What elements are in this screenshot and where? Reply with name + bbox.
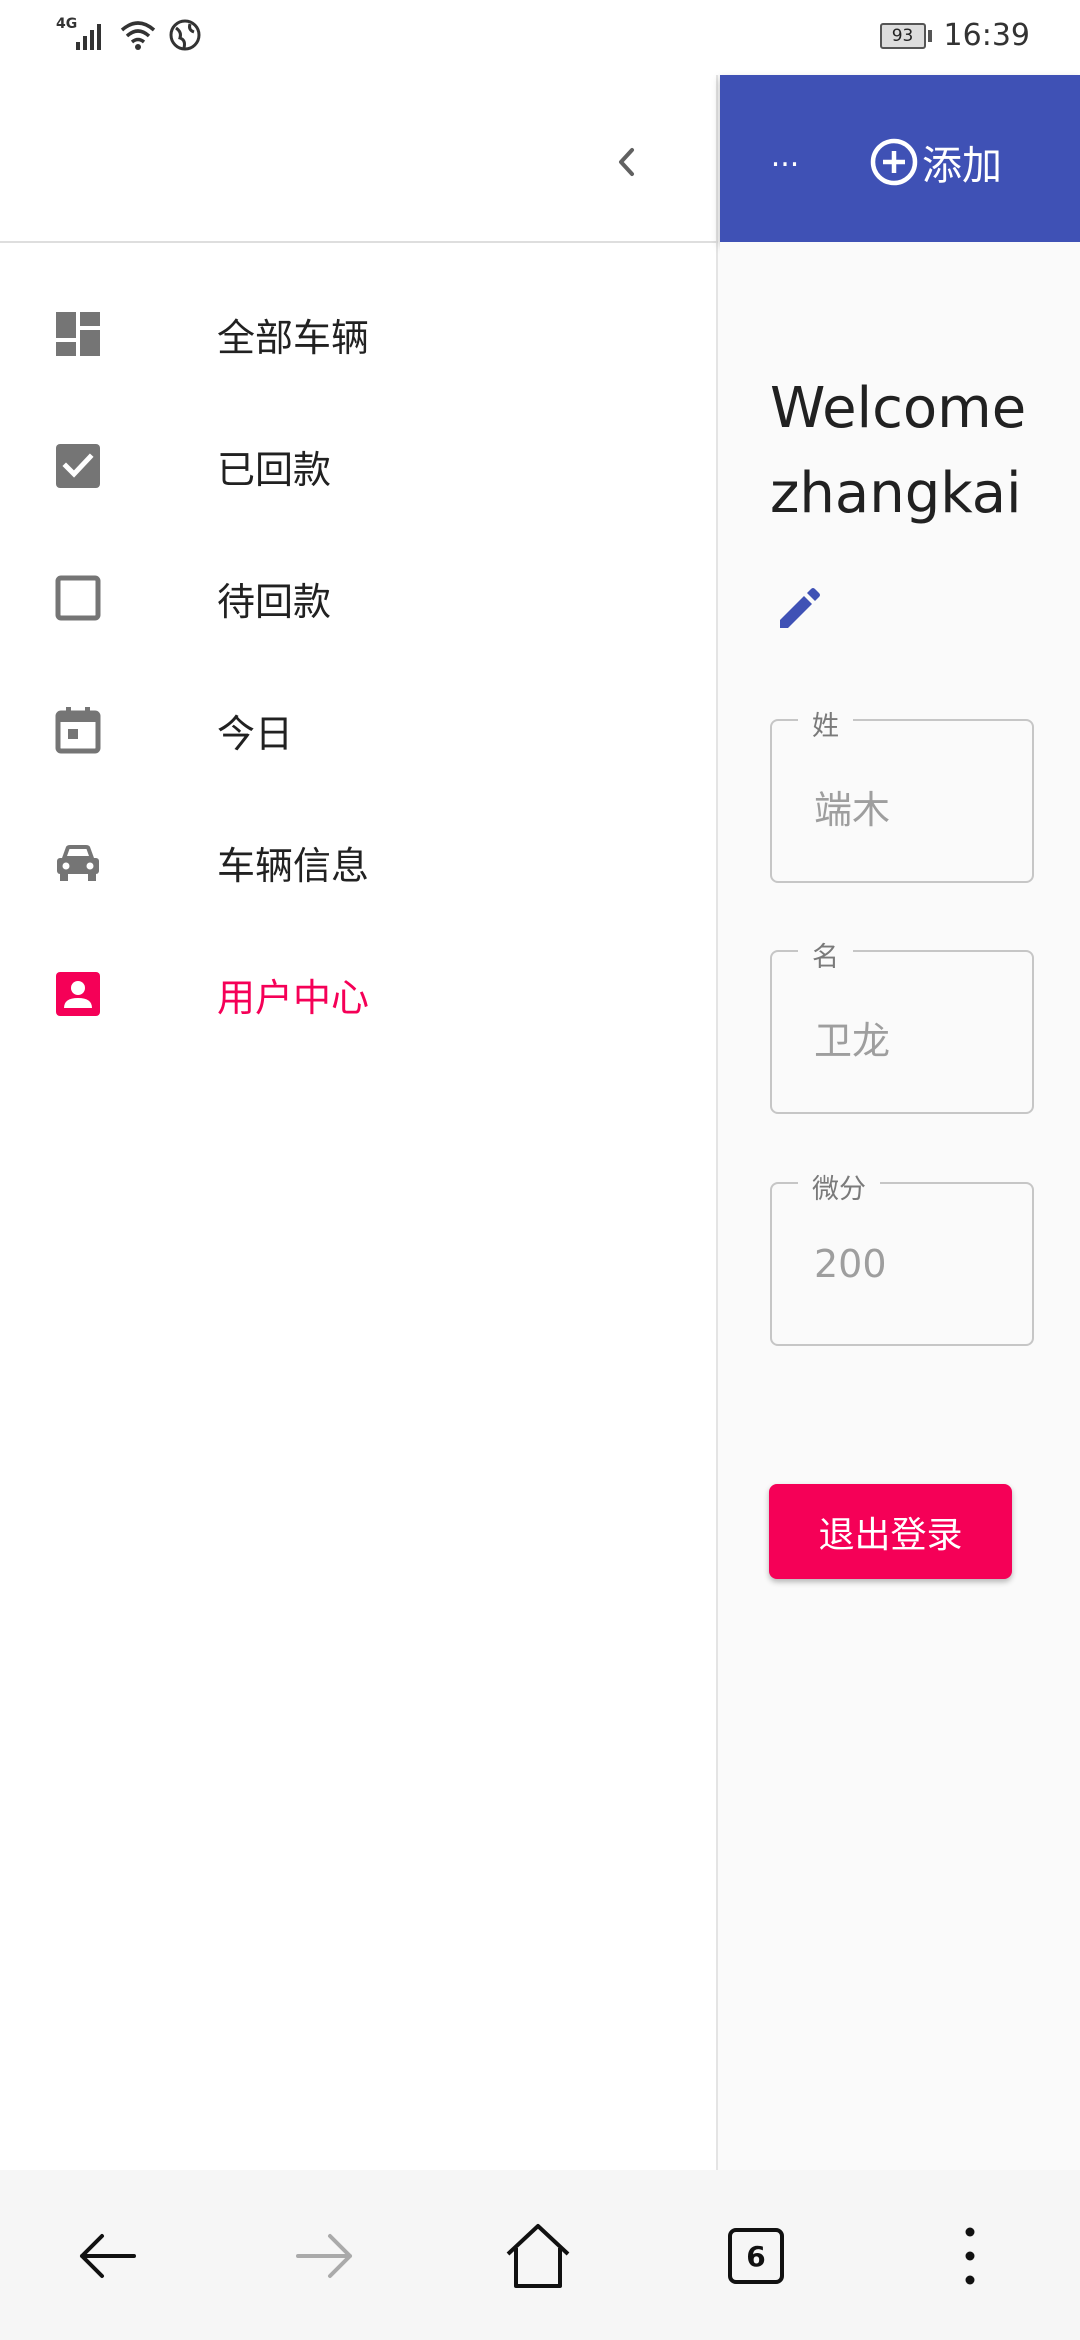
signal-icon: 4G: [56, 16, 108, 52]
arrow-forward-icon: [296, 2234, 352, 2278]
checkbox-empty-icon: [54, 574, 102, 622]
wifi-icon: [120, 21, 156, 50]
nav-item-unpaid[interactable]: 待回款: [0, 532, 718, 664]
given-name-field-value: 卫龙: [814, 1019, 891, 1063]
status-bar: 4G 93 16:39: [0, 0, 1080, 75]
nav-item-paid[interactable]: 已回款: [0, 400, 718, 532]
more-button[interactable]: ...: [750, 137, 820, 177]
app-bar: ... 添加: [720, 75, 1080, 242]
add-circle-icon: [870, 138, 918, 186]
status-icons-left: 4G: [56, 16, 202, 52]
more-vert-icon: [965, 2227, 975, 2285]
surname-field-label: 姓: [798, 704, 853, 743]
nav-item-label: 全部车辆: [217, 315, 370, 360]
nav-item-today[interactable]: 今日: [0, 664, 718, 796]
tabs-button[interactable]: 6: [720, 2220, 792, 2292]
status-icons-right: 93 16:39: [879, 18, 1030, 53]
pencil-icon: [780, 588, 820, 628]
nav-item-user-center[interactable]: 用户中心: [0, 928, 718, 1060]
logout-button[interactable]: 退出登录: [769, 1484, 1012, 1579]
globe-icon: [169, 19, 201, 51]
forward-button[interactable]: [288, 2220, 360, 2292]
arrow-back-icon: [80, 2234, 136, 2278]
battery-tip: [927, 29, 932, 42]
checkbox-checked-icon: [54, 442, 102, 490]
nav-item-label: 已回款: [217, 447, 332, 492]
car-icon: [54, 838, 102, 886]
nav-item-label: 用户中心: [217, 975, 370, 1020]
edit-button[interactable]: [772, 580, 828, 636]
nav-item-vehicle-info[interactable]: 车辆信息: [0, 796, 718, 928]
welcome-text: Welcome: [770, 376, 1027, 441]
surname-field[interactable]: 姓 端木: [770, 704, 1034, 883]
given-name-field[interactable]: 名 卫龙: [770, 935, 1034, 1114]
home-icon: [506, 2224, 570, 2288]
home-button[interactable]: [502, 2220, 574, 2292]
welcome-heading: Welcome zhangkai: [770, 366, 1070, 536]
surname-field-value: 端木: [814, 788, 891, 832]
collapse-drawer-button[interactable]: [604, 139, 650, 185]
add-button[interactable]: 添加: [868, 133, 1002, 191]
user-center-panel: Welcome zhangkai 姓 端木 名 卫龙 微分 200 退出登录: [720, 242, 1080, 2170]
battery-icon: 93: [879, 22, 932, 49]
nav-item-all-vehicles[interactable]: 全部车辆: [0, 268, 718, 400]
account-box-icon: [54, 970, 102, 1018]
browser-toolbar: 6: [0, 2170, 1080, 2340]
nav-item-label: 待回款: [217, 579, 332, 624]
back-button[interactable]: [72, 2220, 144, 2292]
navigation-drawer: 全部车辆 已回款 待回款 今日 车辆信息 用户中心: [0, 75, 718, 2170]
points-field[interactable]: 微分 200: [770, 1167, 1034, 1346]
given-name-field-label: 名: [798, 935, 853, 974]
nav-item-label: 今日: [217, 711, 294, 756]
battery-level: 93: [879, 22, 926, 49]
add-button-label: 添加: [922, 143, 1002, 189]
points-field-label: 微分: [798, 1167, 880, 1206]
dashboard-icon: [54, 310, 102, 358]
username: zhangkai: [770, 461, 1022, 526]
drawer-header: [0, 75, 718, 243]
menu-button[interactable]: [934, 2220, 1006, 2292]
chevron-left-icon: [619, 148, 634, 176]
calendar-icon: [54, 706, 102, 754]
tabs-count: 6: [728, 2228, 784, 2284]
points-field-value: 200: [814, 1242, 887, 1286]
clock: 16:39: [943, 18, 1030, 53]
nav-item-label: 车辆信息: [217, 843, 370, 888]
